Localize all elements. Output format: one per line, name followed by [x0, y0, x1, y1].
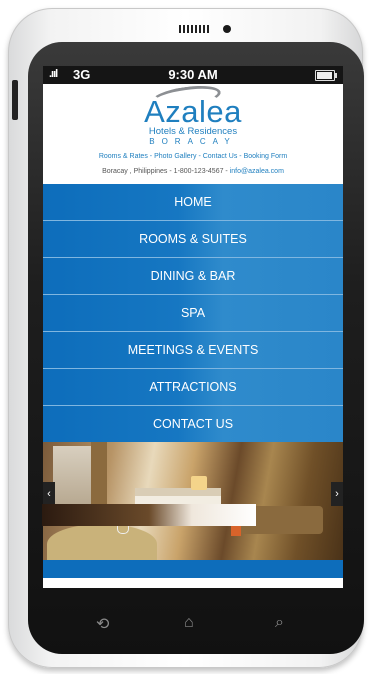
thumbnail-image[interactable] [42, 504, 256, 526]
speaker-grille [179, 25, 211, 33]
volume-button[interactable] [12, 80, 18, 120]
address: Boracay , Philippines - [102, 168, 172, 175]
menu-item-attractions[interactable]: ATTRACTIONS [43, 369, 343, 406]
contact-line: Boracay , Philippines - 1-800-123-4567 -… [43, 168, 343, 175]
home-icon[interactable]: ⌂ [184, 614, 194, 632]
status-bar: .ııl 3G 9:30 AM [43, 66, 343, 84]
menu-item-spa[interactable]: SPA [43, 295, 343, 332]
link-contact-us[interactable]: Contact Us [203, 153, 238, 160]
slider-prev-button[interactable]: ‹ [43, 482, 55, 506]
menu-item-rooms-suites[interactable]: ROOMS & SUITES [43, 221, 343, 258]
link-photo-gallery[interactable]: Photo Gallery [154, 153, 196, 160]
window [53, 446, 91, 506]
link-booking-form[interactable]: Booking Form [244, 153, 288, 160]
photo-slider[interactable]: ‹ › [43, 442, 343, 560]
menu-item-home[interactable]: HOME [43, 184, 343, 221]
main-menu: HOME ROOMS & SUITES DINING & BAR SPA MEE… [43, 184, 343, 442]
site-header: Azalea Hotels & Residences BORACAY Rooms… [43, 82, 343, 184]
logo-location: BORACAY [149, 137, 237, 146]
lamp [191, 476, 207, 490]
quick-links: Rooms & Rates - Photo Gallery - Contact … [98, 153, 288, 160]
device-nav-bar: ⟲ ⌂ ⌕ [43, 596, 343, 646]
search-icon[interactable]: ⌕ [275, 614, 284, 632]
phone-number[interactable]: 1-800-123-4567 - [174, 168, 228, 175]
content-strip [43, 560, 343, 578]
slider-next-button[interactable]: › [331, 482, 343, 506]
logo-subtitle: Hotels & Residences [148, 126, 238, 137]
back-icon[interactable]: ⟲ [96, 614, 109, 634]
battery-icon [315, 70, 337, 81]
email-link[interactable]: info@azalea.com [230, 168, 284, 175]
menu-item-dining-bar[interactable]: DINING & BAR [43, 258, 343, 295]
dining-table [47, 524, 157, 560]
logo-name[interactable]: Azalea [43, 94, 343, 130]
menu-item-meetings-events[interactable]: MEETINGS & EVENTS [43, 332, 343, 369]
link-rooms-rates[interactable]: Rooms & Rates [99, 153, 148, 160]
menu-item-contact-us[interactable]: CONTACT US [43, 406, 343, 442]
clock: 9:30 AM [168, 67, 218, 82]
front-camera [223, 25, 231, 33]
